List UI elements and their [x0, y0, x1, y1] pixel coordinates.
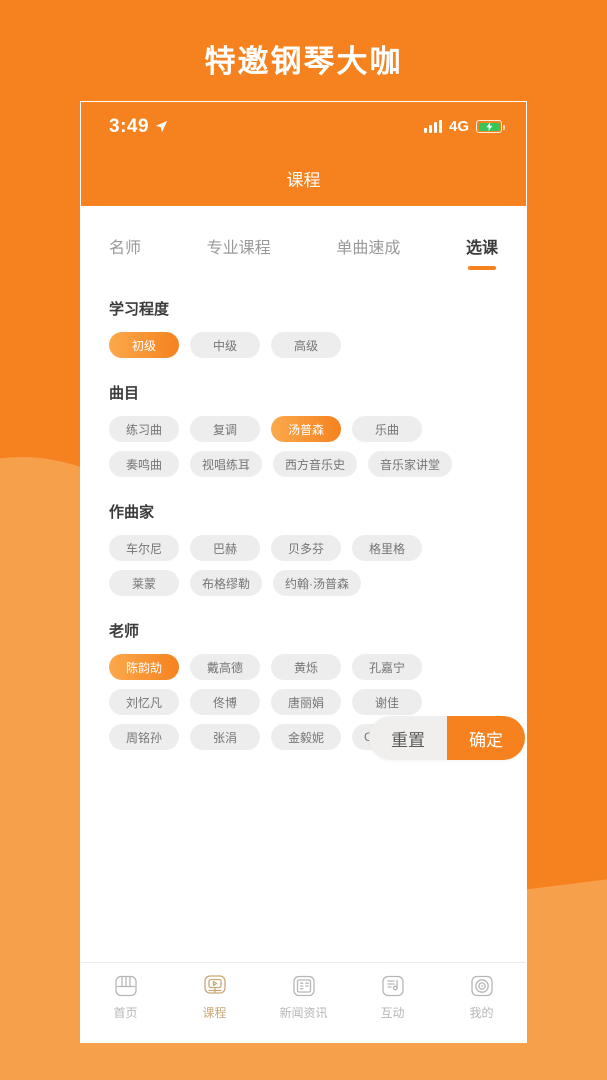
section-title: 学习程度	[109, 301, 170, 318]
reset-button[interactable]: 重置	[369, 716, 447, 760]
filter-chip[interactable]: 巴赫	[190, 535, 260, 561]
filter-section: 曲目练习曲 复调 汤普森 乐曲奏鸣曲 视唱练耳 西方音乐史 音乐家讲堂	[109, 382, 498, 477]
filter-chip[interactable]: 刘忆凡	[109, 689, 179, 715]
filter-chip[interactable]: 贝多芬	[271, 535, 341, 561]
filter-chip[interactable]: 奏鸣曲	[109, 451, 179, 477]
filter-chip[interactable]: 复调	[190, 416, 260, 442]
filter-chip[interactable]: 中级	[190, 332, 260, 358]
status-bar-left: 3:49	[109, 116, 168, 138]
filter-chip[interactable]: 张涓	[190, 724, 260, 750]
disc-profile-icon	[470, 975, 493, 997]
tab-3[interactable]: 单曲速成	[336, 234, 400, 270]
chip-group: 练习曲 复调 汤普森 乐曲奏鸣曲 视唱练耳 西方音乐史 音乐家讲堂	[109, 416, 498, 477]
filter-chip[interactable]: 陈韵劼	[109, 654, 179, 680]
filter-chip[interactable]: 莱蒙	[109, 570, 179, 596]
tab-2[interactable]: 专业课程	[207, 234, 271, 270]
filter-chip[interactable]: 孔嘉宁	[352, 654, 422, 680]
filter-chip[interactable]: 汤普森	[271, 416, 341, 442]
filter-chip[interactable]: 唐丽娟	[271, 689, 341, 715]
nav-item-5[interactable]: 我的	[437, 973, 526, 1021]
navbar-title: 课程	[286, 171, 321, 190]
filter-chip[interactable]: 谢佳	[352, 689, 422, 715]
nav-item-2[interactable]: 课程	[170, 973, 259, 1021]
filter-chip[interactable]: 金毅妮	[271, 724, 341, 750]
filter-chip[interactable]: 戴高德	[190, 654, 260, 680]
filter-chip[interactable]: 高级	[271, 332, 341, 358]
filter-chip[interactable]: 车尔尼	[109, 535, 179, 561]
nav-item-label: 首页	[113, 1006, 138, 1020]
nav-item-label: 我的	[469, 1006, 494, 1020]
status-time: 3:49	[109, 115, 150, 137]
filter-chip[interactable]: 黄烁	[271, 654, 341, 680]
action-buttons: 重置 确定	[369, 716, 525, 760]
nav-item-label: 互动	[380, 1006, 405, 1020]
filter-section: 学习程度初级 中级 高级	[109, 298, 498, 358]
nav-item-4[interactable]: 互动	[348, 973, 437, 1021]
section-title: 老师	[109, 623, 140, 640]
status-bar-right: 4G	[423, 118, 505, 135]
video-course-icon	[203, 975, 226, 994]
bolt-icon	[486, 122, 492, 131]
bottom-navigation: 首页 课程 新闻资讯 互动 我的	[81, 962, 526, 1042]
nav-item-label: 课程	[202, 1006, 227, 1020]
tab-strip: 名师 专业课程 单曲速成 选课	[81, 206, 526, 270]
filter-chip[interactable]: 乐曲	[352, 416, 422, 442]
filter-chip[interactable]: 约翰·汤普森	[273, 570, 362, 596]
filter-chip[interactable]: 视唱练耳	[190, 451, 263, 477]
chip-group: 初级 中级 高级	[109, 332, 498, 358]
battery-charging-icon	[476, 120, 505, 133]
location-arrow-icon	[155, 120, 168, 133]
filter-panel: 学习程度初级 中级 高级曲目练习曲 复调 汤普森 乐曲奏鸣曲 视唱练耳 西方音乐史 音乐家讲堂作…	[81, 270, 526, 962]
nav-item-label: 新闻资讯	[279, 1006, 328, 1020]
signal-bars-icon	[423, 120, 442, 133]
section-title: 曲目	[109, 385, 140, 402]
status-bar: 3:49 4G	[81, 102, 526, 151]
tab-label: 专业课程	[206, 240, 271, 257]
filter-chip[interactable]: 布格缪勒	[190, 570, 263, 596]
navbar: 课程	[81, 151, 526, 206]
network-type: 4G	[448, 118, 469, 135]
filter-chip[interactable]: 佟博	[190, 689, 260, 715]
filter-section: 作曲家车尔尼 巴赫 贝多芬 格里格莱蒙 布格缪勒 约翰·汤普森	[109, 501, 498, 596]
tab-1[interactable]: 名师	[109, 234, 141, 270]
tab-label: 单曲速成	[336, 240, 401, 257]
news-card-icon	[292, 975, 315, 997]
phone-frame: 3:49 4G 课程 名师 专业课程 单曲速成 选课 学习程度初级 中级 高级曲目练习曲复…	[80, 101, 527, 1043]
page-title: 特邀钢琴大咖	[204, 44, 403, 79]
nav-item-1[interactable]: 首页	[81, 973, 170, 1021]
nav-item-3[interactable]: 新闻资讯	[259, 973, 348, 1021]
filter-chip[interactable]: 音乐家讲堂	[368, 451, 453, 477]
music-note-icon	[381, 975, 404, 997]
filter-chip[interactable]: 周铭孙	[109, 724, 179, 750]
chip-group: 车尔尼 巴赫 贝多芬 格里格莱蒙 布格缪勒 约翰·汤普森	[109, 535, 498, 596]
piano-keys-icon	[114, 975, 137, 997]
confirm-button[interactable]: 确定	[447, 716, 525, 760]
tab-label: 名师	[109, 240, 142, 257]
filter-chip[interactable]: 西方音乐史	[273, 451, 358, 477]
filter-chip[interactable]: 初级	[109, 332, 179, 358]
tab-4[interactable]: 选课	[466, 234, 498, 270]
tab-label: 选课	[465, 240, 498, 257]
filter-chip[interactable]: 格里格	[352, 535, 422, 561]
section-title: 作曲家	[109, 504, 155, 521]
filter-chip[interactable]: 练习曲	[109, 416, 179, 442]
